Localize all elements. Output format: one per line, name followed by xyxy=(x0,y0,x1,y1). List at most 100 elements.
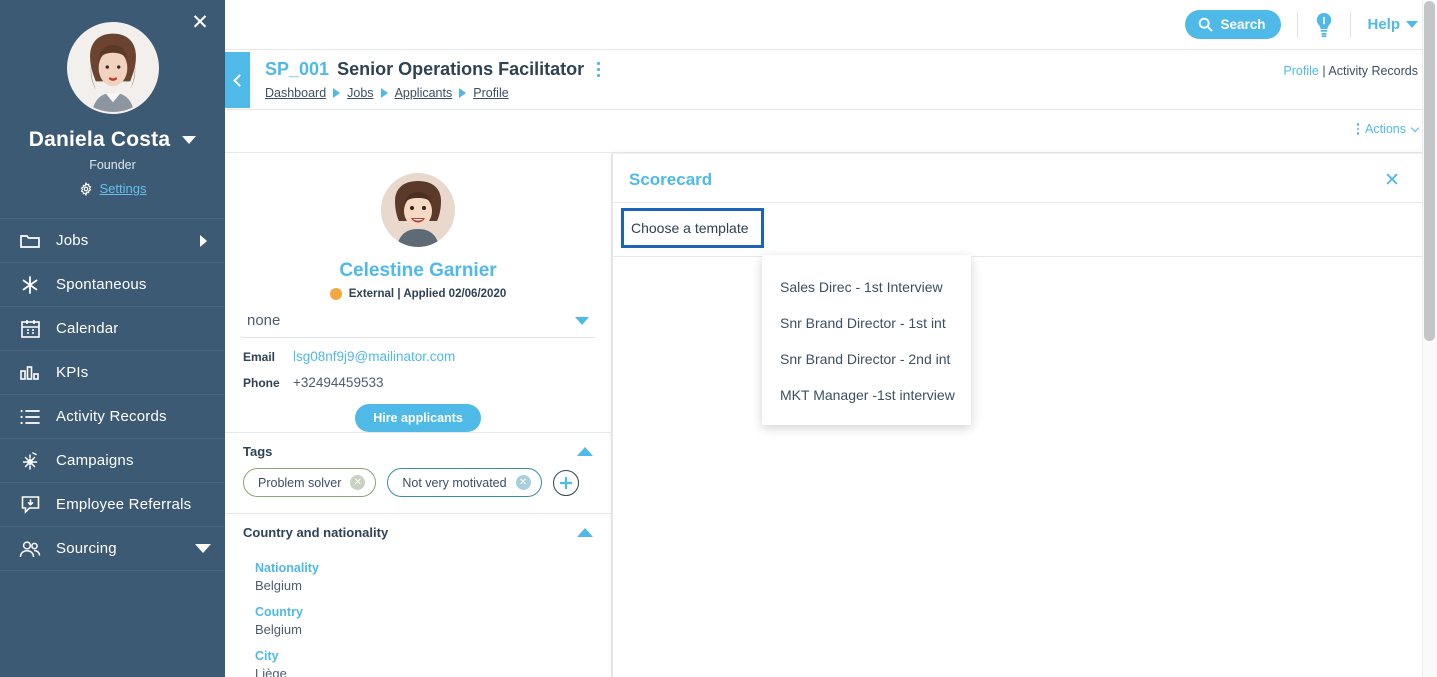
field-value-nationality: Belgium xyxy=(255,578,302,593)
chevron-right-icon xyxy=(200,234,207,247)
sidebar-item-label: Activity Records xyxy=(56,408,167,425)
tab-profile[interactable]: Profile xyxy=(1283,64,1318,78)
asterisk-icon xyxy=(18,274,42,296)
sidebar-item-calendar[interactable]: Calendar xyxy=(0,307,225,351)
stage-dropdown[interactable]: none xyxy=(241,312,595,338)
sidebar: ✕ Daniela Costa Founder Settings Jobs Sp… xyxy=(0,0,225,677)
page-title: SP_001 Senior Operations Facilitator xyxy=(265,59,605,80)
sidebar-item-label: Employee Referrals xyxy=(56,496,192,513)
sidebar-item-campaigns[interactable]: Campaigns xyxy=(0,439,225,483)
sidebar-item-spontaneous[interactable]: Spontaneous xyxy=(0,263,225,307)
sidebar-item-activity-records[interactable]: Activity Records xyxy=(0,395,225,439)
sidebar-item-kpis[interactable]: KPIs xyxy=(0,351,225,395)
phone-label: Phone xyxy=(243,376,280,390)
close-icon[interactable]: ✕ xyxy=(187,10,213,36)
breadcrumb-item-profile[interactable]: Profile xyxy=(473,86,508,100)
template-dropdown-menu: Sales Direc - 1st Interview Snr Brand Di… xyxy=(762,255,971,425)
sidebar-nav: Jobs Spontaneous Calendar KPIs Activity … xyxy=(0,218,225,571)
candidate-status: External | Applied 02/06/2020 xyxy=(225,288,611,300)
tag-label: Not very motivated xyxy=(402,475,507,490)
remove-tag-icon[interactable]: ✕ xyxy=(350,475,366,490)
actions-row: Actions xyxy=(225,110,1437,153)
candidate-name: Celestine Garnier xyxy=(339,260,497,281)
user-menu-toggle[interactable]: Daniela Costa xyxy=(0,128,225,152)
job-code: SP_001 xyxy=(265,59,330,79)
chevron-right-icon xyxy=(380,88,388,98)
stage-value: none xyxy=(247,312,281,329)
breadcrumb-item-applicants[interactable]: Applicants xyxy=(395,86,453,100)
divider xyxy=(1350,11,1352,38)
list-icon xyxy=(18,406,42,428)
chevron-down-icon xyxy=(1406,21,1418,28)
tag-chip[interactable]: Not very motivated ✕ xyxy=(387,468,542,497)
tab-separator: | xyxy=(1322,64,1326,78)
breadcrumb-item-jobs[interactable]: Jobs xyxy=(347,86,373,100)
job-name: Senior Operations Facilitator xyxy=(337,59,585,79)
settings-link[interactable]: Settings xyxy=(0,181,225,196)
lightbulb-icon[interactable] xyxy=(1314,12,1334,38)
field-label-city: City xyxy=(255,649,279,663)
template-option[interactable]: Snr Brand Director - 1st int xyxy=(762,305,971,341)
template-option[interactable]: MKT Manager -1st interview xyxy=(762,377,971,413)
help-menu[interactable]: Help xyxy=(1367,16,1418,33)
breadcrumb-item-dashboard[interactable]: Dashboard xyxy=(265,86,326,100)
plus-circle-icon[interactable] xyxy=(552,469,579,496)
actions-menu-button[interactable]: Actions xyxy=(1356,122,1420,136)
user-role: Founder xyxy=(89,158,136,172)
chevron-right-icon xyxy=(333,88,341,98)
sidebar-item-sourcing[interactable]: Sourcing xyxy=(0,527,225,571)
search-label: Search xyxy=(1220,17,1266,32)
remove-tag-icon[interactable]: ✕ xyxy=(515,475,531,490)
collapse-country-icon[interactable] xyxy=(577,528,593,537)
sidebar-item-employee-referrals[interactable]: Employee Referrals xyxy=(0,483,225,527)
phone-row: Phone +32494459533 xyxy=(243,375,611,390)
email-row: Email lsg08nf9j9@mailinator.com xyxy=(243,349,611,364)
field-value-country: Belgium xyxy=(255,622,302,637)
sidebar-item-label: Jobs xyxy=(56,232,89,249)
scorecard-header: Scorecard ✕ xyxy=(613,154,1424,203)
choose-template-select[interactable]: Choose a template xyxy=(621,208,764,248)
header-tabs: Profile | Activity Records xyxy=(1283,64,1418,78)
collapse-panel-button[interactable] xyxy=(225,52,250,108)
template-option[interactable]: Snr Brand Director - 2nd int xyxy=(762,341,971,377)
divider xyxy=(613,256,1425,257)
sidebar-item-label: Sourcing xyxy=(56,540,117,557)
sidebar-item-label: Calendar xyxy=(56,320,119,337)
chevron-down-icon xyxy=(182,136,197,144)
close-icon[interactable]: ✕ xyxy=(1384,171,1400,190)
search-icon xyxy=(1199,17,1214,32)
template-option[interactable]: Sales Direc - 1st Interview xyxy=(762,269,971,305)
sidebar-item-label: Spontaneous xyxy=(56,276,147,293)
phone-value: +32494459533 xyxy=(293,375,384,390)
email-value[interactable]: lsg08nf9j9@mailinator.com xyxy=(293,349,455,364)
settings-label: Settings xyxy=(99,181,147,196)
candidate-avatar xyxy=(381,173,455,247)
tags-section-title: Tags xyxy=(243,444,273,459)
page-header: SP_001 Senior Operations Facilitator Das… xyxy=(225,50,1437,110)
folder-icon xyxy=(18,230,42,252)
tag-chip[interactable]: Problem solver ✕ xyxy=(243,468,377,497)
divider xyxy=(1297,11,1299,38)
sidebar-item-label: KPIs xyxy=(56,364,89,381)
hire-applicants-button[interactable]: Hire applicants xyxy=(355,404,481,432)
people-icon xyxy=(18,538,42,560)
country-section-title: Country and nationality xyxy=(243,525,389,540)
email-label: Email xyxy=(243,350,276,364)
app-root: ✕ Daniela Costa Founder Settings Jobs Sp… xyxy=(0,0,1437,677)
scrollbar-thumb[interactable] xyxy=(1424,1,1435,341)
collapse-tags-icon[interactable] xyxy=(577,447,593,456)
choose-template-label: Choose a template xyxy=(631,220,749,236)
page-scrollbar[interactable] xyxy=(1422,0,1437,677)
search-button[interactable]: Search xyxy=(1185,10,1282,39)
help-label: Help xyxy=(1367,16,1400,33)
sidebar-item-label: Campaigns xyxy=(56,452,134,469)
sidebar-item-jobs[interactable]: Jobs xyxy=(0,219,225,263)
scorecard-panel: Scorecard ✕ Choose a template Sales Dire… xyxy=(612,153,1425,677)
more-vertical-icon[interactable] xyxy=(592,60,605,79)
tab-activity-records[interactable]: Activity Records xyxy=(1328,64,1418,78)
chevron-down-icon xyxy=(1410,123,1420,132)
avatar xyxy=(66,22,159,114)
scorecard-title: Scorecard xyxy=(629,170,713,189)
gear-icon xyxy=(80,181,91,196)
actions-label: Actions xyxy=(1365,122,1406,136)
